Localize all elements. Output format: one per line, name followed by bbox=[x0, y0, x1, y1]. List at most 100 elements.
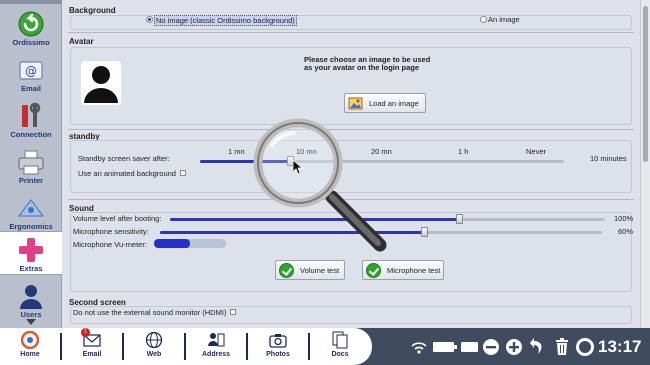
volume-label: Volume level after booting: bbox=[73, 214, 162, 223]
ordissimo-home-icon bbox=[20, 330, 40, 350]
radio-an-image[interactable] bbox=[480, 16, 487, 23]
sidebar-scroll-down-icon[interactable] bbox=[26, 318, 36, 325]
load-image-button[interactable]: Load an image bbox=[344, 93, 426, 113]
mic-sensitivity-slider[interactable] bbox=[160, 227, 602, 237]
standby-section: standby Standby screen saver after: 1 mn… bbox=[68, 129, 634, 197]
sidebar-item-ergonomics[interactable]: Ergonomics bbox=[0, 190, 62, 235]
vu-meter-fill bbox=[154, 239, 190, 248]
taskbar-address[interactable]: Address bbox=[188, 331, 244, 363]
zoom-out-icon[interactable] bbox=[482, 338, 500, 356]
sidebar-item-label: Extras bbox=[19, 264, 43, 273]
standby-slider[interactable] bbox=[200, 156, 564, 166]
printer-icon bbox=[16, 148, 46, 176]
sidebar-item-label: Connection bbox=[10, 130, 52, 139]
scrollbar-thumb[interactable] bbox=[643, 6, 648, 162]
taskbar-separator bbox=[246, 333, 248, 360]
taskbar-label: Docs bbox=[331, 351, 349, 358]
undo-icon[interactable] bbox=[530, 338, 546, 356]
sidebar-item-users[interactable]: Users bbox=[0, 278, 62, 323]
sidebar-item-label: Printer bbox=[18, 176, 44, 185]
user-icon bbox=[16, 282, 46, 310]
background-section: Background No image (classic Ordissimo b… bbox=[68, 4, 634, 34]
globe-icon bbox=[145, 331, 163, 349]
avatar-prompt-line2: as your avatar on the login page bbox=[304, 63, 420, 72]
taskbar-label: Photos bbox=[266, 351, 290, 358]
load-image-label: Load an image bbox=[369, 98, 419, 108]
vertical-scrollbar[interactable] bbox=[640, 0, 650, 328]
option-no-image-label[interactable]: No image (classic Ordissimo background) bbox=[154, 15, 297, 26]
mic-slider-thumb[interactable] bbox=[421, 227, 428, 237]
vu-meter-label: Microphone Vu-meter: bbox=[73, 240, 147, 249]
email-icon: @ bbox=[16, 56, 46, 84]
battery-level-icon[interactable] bbox=[460, 338, 480, 356]
standby-value: 10 minutes bbox=[590, 154, 627, 163]
avatar-image bbox=[81, 61, 121, 105]
microphone-test-label: Microphone test bbox=[387, 265, 441, 275]
connection-tools-icon bbox=[16, 102, 46, 130]
svg-text:@: @ bbox=[25, 64, 37, 78]
avatar-section: Avatar Please choose an image to be used… bbox=[68, 32, 634, 127]
documents-icon bbox=[331, 331, 349, 349]
standby-saver-label: Standby screen saver after: bbox=[78, 154, 170, 163]
taskbar-separator bbox=[122, 333, 124, 360]
taskbar-label: Email bbox=[82, 351, 102, 358]
taskbar-separator bbox=[60, 333, 62, 360]
standby-box bbox=[70, 140, 632, 193]
taskbar-separator bbox=[184, 333, 186, 360]
email-badge: 1 bbox=[81, 328, 90, 337]
plus-icon bbox=[16, 236, 46, 264]
settings-panel: Background No image (classic Ordissimo b… bbox=[62, 0, 640, 328]
sidebar-scroll-up[interactable] bbox=[0, 0, 62, 4]
hdmi-label: Do not use the external sound monitor (H… bbox=[73, 308, 227, 317]
mic-slider-fill bbox=[160, 231, 425, 234]
ergonomics-icon bbox=[16, 194, 46, 222]
check-icon bbox=[279, 262, 294, 278]
battery-icon[interactable] bbox=[432, 338, 458, 356]
volume-value: 100% bbox=[614, 214, 634, 223]
taskbar-home[interactable]: Home bbox=[2, 330, 58, 363]
standby-tick-10mn: 10 mn bbox=[296, 147, 317, 156]
taskbar-label: Address bbox=[201, 351, 230, 358]
taskbar-label: Web bbox=[146, 351, 162, 358]
option-an-image-label[interactable]: An image bbox=[488, 15, 520, 24]
sidebar-item-email[interactable]: @ Email bbox=[0, 52, 62, 97]
zoom-in-icon[interactable] bbox=[505, 338, 523, 356]
standby-tick-never: Never bbox=[526, 147, 547, 156]
taskbar-email[interactable]: 1 Email bbox=[64, 328, 120, 363]
animated-background-checkbox[interactable] bbox=[180, 170, 186, 176]
sidebar-item-extras[interactable]: Extras bbox=[0, 231, 62, 275]
microphone-test-button[interactable]: Microphone test bbox=[362, 260, 444, 280]
taskbar-docs[interactable]: Docs bbox=[312, 331, 368, 363]
email-icon: 1 bbox=[81, 328, 101, 349]
volume-slider-thumb[interactable] bbox=[456, 214, 463, 224]
sidebar-item-ordissimo[interactable]: Ordissimo bbox=[0, 6, 62, 51]
address-book-icon bbox=[207, 331, 225, 349]
volume-slider-fill bbox=[170, 218, 460, 221]
vu-meter bbox=[154, 239, 226, 248]
wifi-icon[interactable] bbox=[410, 338, 428, 356]
taskbar-separator bbox=[308, 333, 310, 360]
standby-tick-1mn: 1 mn bbox=[228, 147, 245, 156]
volume-slider[interactable] bbox=[170, 214, 463, 224]
sidebar-item-label: Ergonomics bbox=[9, 222, 53, 231]
check-icon bbox=[366, 262, 381, 278]
back-arrow-icon bbox=[16, 10, 46, 38]
second-screen-section: Second screen Do not use the external so… bbox=[68, 296, 634, 326]
sidebar-item-label: Email bbox=[20, 84, 41, 93]
mouse-cursor-icon bbox=[292, 159, 304, 177]
sidebar-item-connection[interactable]: Connection bbox=[0, 98, 62, 143]
section-title-background: Background bbox=[69, 6, 116, 15]
sidebar-item-printer[interactable]: Printer bbox=[0, 144, 62, 189]
trash-icon[interactable] bbox=[554, 338, 570, 356]
camera-icon bbox=[269, 331, 287, 349]
taskbar-web[interactable]: Web bbox=[126, 331, 182, 363]
sound-box bbox=[70, 212, 632, 292]
mic-sensitivity-label: Microphone sensitivity: bbox=[73, 227, 149, 236]
hdmi-checkbox[interactable] bbox=[230, 309, 236, 315]
volume-test-button[interactable]: Volume test bbox=[275, 260, 345, 280]
help-lifebuoy-icon[interactable] bbox=[576, 338, 594, 356]
volume-slider-rest bbox=[463, 218, 605, 221]
taskbar-photos[interactable]: Photos bbox=[250, 331, 306, 363]
section-title-avatar: Avatar bbox=[69, 37, 94, 46]
radio-no-image[interactable] bbox=[146, 16, 153, 23]
